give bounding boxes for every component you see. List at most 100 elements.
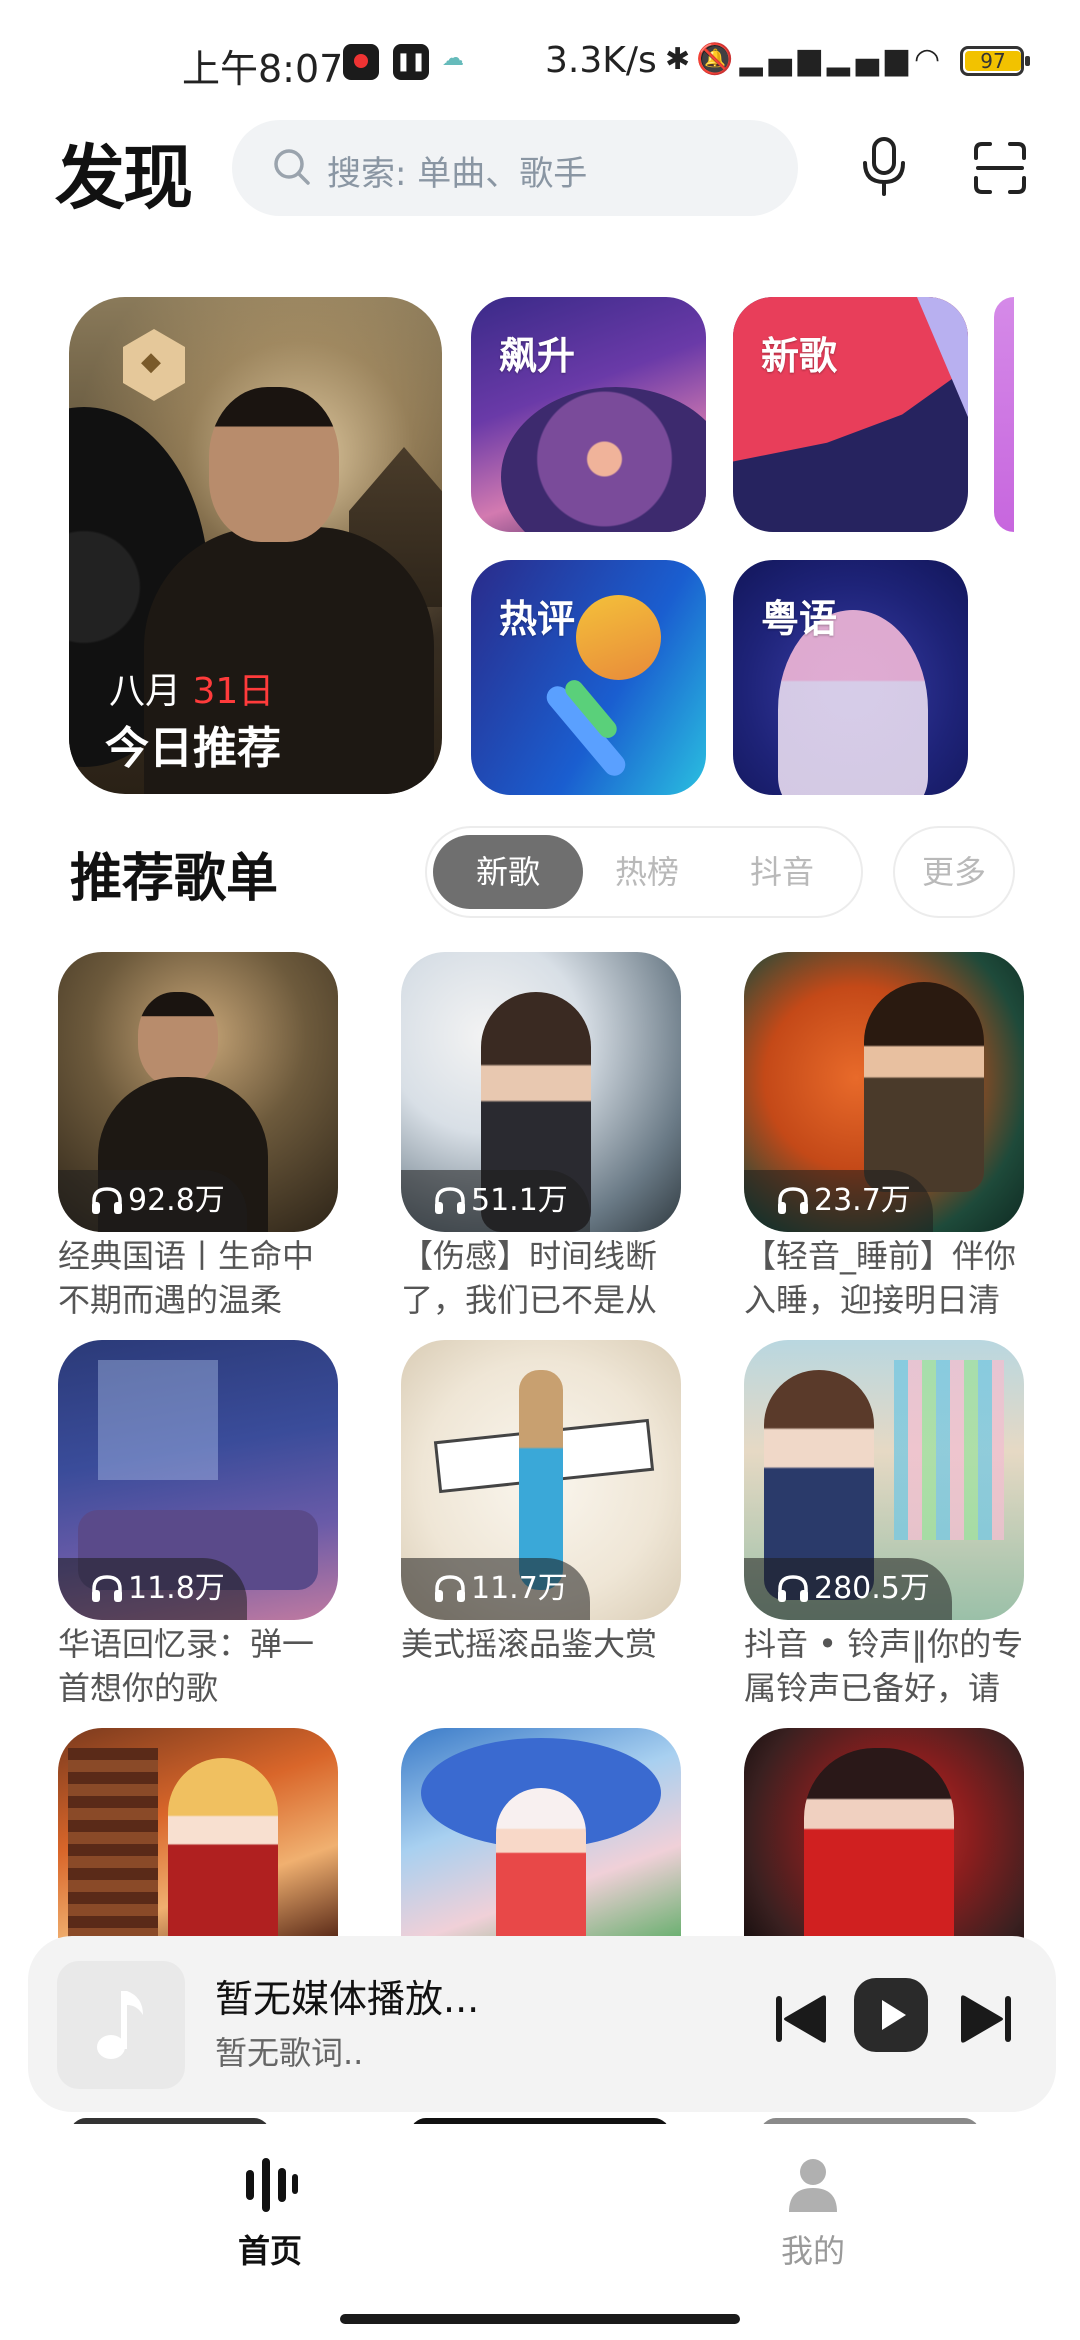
cover-window bbox=[98, 1360, 218, 1480]
play-count-badge: 280.5万 bbox=[744, 1558, 952, 1620]
playlist-item[interactable] bbox=[401, 1728, 681, 1938]
play-count: 51.1万 bbox=[471, 1183, 568, 1218]
cloud-app-icon: ☁ bbox=[442, 46, 464, 71]
headphones-icon bbox=[435, 1575, 465, 1602]
headphones-icon bbox=[92, 1575, 122, 1602]
cover-figure bbox=[138, 992, 218, 1087]
nav-item-profile[interactable]: 我的 bbox=[733, 2154, 893, 2272]
cover-figure bbox=[804, 1748, 954, 1938]
diamond-badge-icon bbox=[123, 329, 185, 401]
turntable-art bbox=[501, 387, 706, 532]
playlist-item[interactable]: 11.8万 华语回忆录：弹一首想你的歌 bbox=[58, 1340, 338, 1710]
tiktok-app-icon bbox=[343, 44, 379, 80]
sun-art bbox=[576, 595, 661, 680]
music-note-icon bbox=[97, 1991, 143, 2059]
nav-item-home[interactable]: 首页 bbox=[190, 2154, 350, 2272]
daily-month: 八月 bbox=[109, 671, 182, 712]
chart-card-hot-comments[interactable]: 热评 bbox=[471, 560, 706, 795]
chart-card-new-songs[interactable]: 新歌 bbox=[733, 297, 968, 532]
chart-card-rising[interactable]: 飙升 bbox=[471, 297, 706, 532]
playlist-item[interactable] bbox=[58, 1728, 338, 1938]
playlist-name: 【轻音_睡前】伴你入睡，迎接明日清 bbox=[744, 1237, 1017, 1319]
network-speed: 3.3K/s bbox=[545, 40, 657, 81]
search-bar[interactable]: 搜索: 单曲、歌手 bbox=[232, 120, 798, 216]
mini-player[interactable]: 暂无媒体播放... 暂无歌词.. bbox=[28, 1936, 1056, 2112]
playlist-item[interactable]: 51.1万 【伤感】时间线断了，我们已不是从 bbox=[401, 952, 681, 1322]
daily-day: 31日 bbox=[192, 671, 275, 712]
tab-douyin[interactable]: 抖音 bbox=[707, 835, 857, 909]
playlist-name: 美式摇滚品鉴大赏 bbox=[401, 1625, 658, 1663]
status-time: 上午8:07 bbox=[182, 47, 344, 91]
more-button[interactable]: 更多 bbox=[893, 826, 1015, 918]
wifi-icon: ◠ bbox=[913, 42, 947, 77]
daily-date: 八月 31日 bbox=[109, 662, 274, 714]
next-track-icon[interactable] bbox=[955, 1988, 1017, 2050]
tab-hot-list[interactable]: 热榜 bbox=[572, 835, 722, 909]
playlist-item[interactable]: 280.5万 抖音 • 铃声‖你的专属铃声已备好，请 bbox=[744, 1340, 1024, 1710]
microphone-icon[interactable] bbox=[860, 136, 908, 198]
play-count: 11.8万 bbox=[128, 1571, 225, 1606]
nav-label-home: 首页 bbox=[237, 2232, 302, 2270]
playlist-item[interactable] bbox=[744, 1728, 1024, 1938]
playlist-item[interactable]: 92.8万 经典国语丨生命中不期而遇的温柔 bbox=[58, 952, 338, 1322]
player-album-art bbox=[57, 1961, 185, 2089]
daily-recommend-card[interactable]: 八月 31日 今日推荐 bbox=[69, 297, 442, 794]
mute-icon: 🔕 bbox=[696, 42, 740, 77]
play-count: 11.7万 bbox=[471, 1571, 568, 1606]
playlist-cover: 51.1万 bbox=[401, 952, 681, 1232]
search-icon bbox=[274, 149, 310, 185]
chart-card-partial[interactable] bbox=[994, 297, 1014, 532]
play-count-badge: 23.7万 bbox=[744, 1170, 933, 1232]
home-indicator[interactable] bbox=[340, 2314, 740, 2324]
play-icon bbox=[882, 2000, 906, 2030]
chart-card-title: 飙升 bbox=[499, 334, 576, 378]
headphones-icon bbox=[778, 1187, 808, 1214]
scan-icon[interactable] bbox=[972, 140, 1028, 196]
play-button[interactable] bbox=[854, 1978, 928, 2052]
home-bars-icon bbox=[246, 2158, 298, 2212]
user-icon bbox=[789, 2159, 837, 2212]
headphones-icon bbox=[92, 1187, 122, 1214]
player-title: 暂无媒体播放... bbox=[215, 1977, 480, 2021]
play-count: 280.5万 bbox=[814, 1571, 930, 1606]
cover-art-face bbox=[209, 387, 339, 542]
pause-app-icon: ❚❚ bbox=[393, 44, 429, 80]
chart-card-title: 新歌 bbox=[761, 334, 838, 378]
tab-new-songs[interactable]: 新歌 bbox=[433, 835, 583, 909]
playlist-name: 经典国语丨生命中不期而遇的温柔 bbox=[58, 1237, 315, 1319]
guitar-art bbox=[519, 1370, 563, 1590]
playlist-cover: 280.5万 bbox=[744, 1340, 1024, 1620]
play-count-badge: 11.7万 bbox=[401, 1558, 590, 1620]
hd-signal-icon: ▂▄▆ bbox=[826, 42, 914, 77]
playlist-tabs: 新歌 热榜 抖音 bbox=[425, 826, 863, 918]
cover-figure bbox=[864, 982, 984, 1192]
wind-chimes-art bbox=[894, 1360, 1004, 1540]
headphones-icon bbox=[778, 1575, 808, 1602]
play-count-badge: 92.8万 bbox=[58, 1170, 247, 1232]
playlist-cover: 92.8万 bbox=[58, 952, 338, 1232]
playlist-name: 【伤感】时间线断了，我们已不是从 bbox=[401, 1237, 658, 1319]
playlist-item[interactable]: 11.7万 美式摇滚品鉴大赏 bbox=[401, 1340, 681, 1710]
page-title: 发现 bbox=[55, 137, 193, 219]
chart-card-title: 粤语 bbox=[761, 597, 838, 641]
battery-level: 97 bbox=[965, 51, 1021, 71]
status-icons: ✱🔕▂▄▆▂▄▆◠ bbox=[665, 42, 946, 77]
nav-label-profile: 我的 bbox=[780, 2232, 845, 2270]
chart-card-cantonese[interactable]: 粤语 bbox=[733, 560, 968, 795]
playlist-name: 华语回忆录：弹一首想你的歌 bbox=[58, 1625, 315, 1707]
cover-figure bbox=[496, 1788, 586, 1938]
playlist-cover: 11.7万 bbox=[401, 1340, 681, 1620]
headphones-icon bbox=[435, 1187, 465, 1214]
previous-track-icon[interactable] bbox=[770, 1988, 832, 2050]
daily-label: 今日推荐 bbox=[105, 723, 281, 774]
playlist-item[interactable]: 23.7万 【轻音_睡前】伴你入睡，迎接明日清 bbox=[744, 952, 1024, 1322]
chart-card-title: 热评 bbox=[499, 597, 576, 641]
playlist-cover: 11.8万 bbox=[58, 1340, 338, 1620]
bluetooth-icon: ✱ bbox=[665, 42, 697, 77]
bookshelf-art bbox=[68, 1748, 158, 1938]
search-placeholder: 搜索: 单曲、歌手 bbox=[327, 154, 588, 194]
playlist-cover bbox=[744, 1728, 1024, 1938]
play-count: 92.8万 bbox=[128, 1183, 225, 1218]
playlist-cover: 23.7万 bbox=[744, 952, 1024, 1232]
playlist-cover bbox=[58, 1728, 338, 1938]
